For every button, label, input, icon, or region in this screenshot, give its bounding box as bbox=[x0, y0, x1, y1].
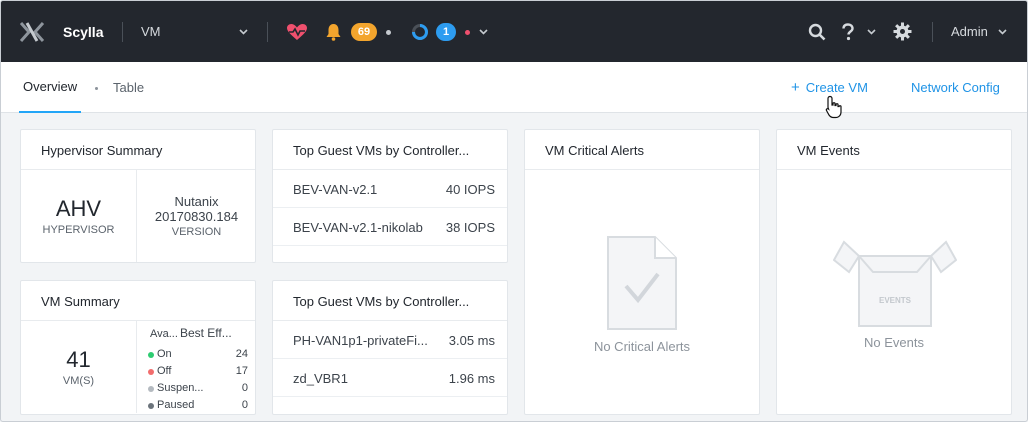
tab-overview[interactable]: Overview bbox=[19, 62, 82, 113]
top-vms-iops-card: Top Guest VMs by Controller... BEV-VAN-v… bbox=[272, 129, 508, 263]
vm-iops: 38 IOPS bbox=[445, 220, 495, 235]
status-dot-on bbox=[148, 352, 154, 358]
vm-events-card: VM Events EVENTS No Events bbox=[776, 129, 1012, 415]
card-title: VM Events bbox=[797, 142, 860, 158]
header-divider bbox=[122, 22, 123, 42]
vm-state-count: 17 bbox=[235, 365, 248, 377]
chevron-down-icon[interactable] bbox=[479, 1, 488, 62]
chevron-down-icon[interactable] bbox=[239, 1, 248, 62]
vm-state-breakdown: Ava... Best Eff... On 24 Off 17 Suspen...… bbox=[138, 321, 255, 413]
empty-state: No Critical Alerts bbox=[525, 170, 759, 410]
vm-summary-card: VM Summary 41 VM(S) Ava... Best Eff... On… bbox=[20, 280, 256, 415]
vm-critical-alerts-card: VM Critical Alerts No Critical Alerts bbox=[524, 129, 760, 415]
hypervisor-type-value: AHV bbox=[55, 196, 102, 221]
hypervisor-version-value: 20170830.184 bbox=[154, 209, 239, 224]
help-icon[interactable] bbox=[841, 1, 855, 62]
user-menu[interactable]: Admin bbox=[951, 1, 988, 62]
empty-state: EVENTS No Events bbox=[777, 170, 1011, 410]
empty-state-text: No Critical Alerts bbox=[593, 339, 691, 354]
hypervisor-summary-card: Hypervisor Summary AHV HYPERVISOR Nutani… bbox=[20, 129, 256, 263]
hypervisor-version: Nutanix 20170830.184 VERSION bbox=[138, 170, 255, 262]
vm-state-row: Off 17 bbox=[148, 364, 248, 380]
tasks-ring-icon[interactable] bbox=[411, 1, 429, 62]
heart-pulse-icon[interactable] bbox=[286, 1, 308, 62]
hypervisor-version-label: VERSION bbox=[171, 226, 222, 238]
vm-state-row: Paused 0 bbox=[148, 398, 248, 414]
card-title: Hypervisor Summary bbox=[41, 142, 163, 158]
list-item[interactable]: BEV-VAN-v2.1 40 IOPS bbox=[273, 170, 507, 208]
hand-cursor-icon bbox=[825, 95, 842, 119]
search-icon[interactable] bbox=[808, 1, 826, 62]
list-item[interactable]: BEV-VAN-v2.1-nikolab 38 IOPS bbox=[273, 208, 507, 246]
vm-latency: 3.05 ms bbox=[448, 333, 495, 348]
cluster-name[interactable]: Scylla bbox=[63, 1, 103, 62]
vm-count-value: 41 bbox=[66, 347, 91, 372]
status-dot-off bbox=[148, 369, 154, 375]
open-box-icon bbox=[833, 240, 957, 327]
events-box-label: EVENTS bbox=[878, 296, 911, 305]
card-title: Top Guest VMs by Controller... bbox=[293, 293, 470, 309]
card-title: VM Critical Alerts bbox=[545, 142, 644, 158]
top-bar: Scylla VM 69 1 Admin bbox=[1, 1, 1027, 62]
vm-state-label: Suspen... bbox=[157, 382, 204, 394]
list-item[interactable]: PH-VAN1p1-privateFi... 3.05 ms bbox=[273, 321, 507, 359]
vm-state-row: Suspen... 0 bbox=[148, 381, 248, 397]
vm-count: 41 VM(S) bbox=[21, 321, 137, 413]
nutanix-x-logo[interactable] bbox=[19, 1, 45, 62]
header-divider bbox=[267, 22, 268, 42]
best-effort-header: Best Eff... bbox=[179, 326, 232, 340]
sub-navigation: Overview Table + Create VM Network Confi… bbox=[1, 62, 1027, 113]
alerts-status-dot bbox=[386, 30, 391, 35]
vm-name: BEV-VAN-v2.1 bbox=[293, 182, 378, 197]
app-frame: Scylla VM 69 1 Admin Overview Table + Cr… bbox=[0, 0, 1028, 422]
vm-latency: 1.96 ms bbox=[448, 371, 495, 386]
vm-state-header[interactable]: Ava... Best Eff... bbox=[150, 326, 232, 340]
hypervisor-vendor: Nutanix bbox=[174, 194, 219, 209]
tasks-status-dot bbox=[465, 30, 470, 35]
tab-table[interactable]: Table bbox=[113, 62, 144, 113]
availability-header: Ava... bbox=[150, 328, 178, 340]
vm-state-count: 0 bbox=[241, 399, 248, 411]
list-item[interactable]: zd_VBR1 1.96 ms bbox=[273, 359, 507, 397]
network-config-button[interactable]: Network Config bbox=[911, 62, 1000, 113]
empty-state-text: No Events bbox=[864, 335, 924, 350]
vm-name: PH-VAN1p1-privateFi... bbox=[293, 333, 428, 348]
vm-state-count: 0 bbox=[241, 382, 248, 394]
card-title: VM Summary bbox=[41, 293, 120, 309]
status-dot-suspended bbox=[148, 386, 154, 392]
status-dot-paused bbox=[148, 403, 154, 409]
vm-name: zd_VBR1 bbox=[293, 371, 348, 386]
chevron-down-icon[interactable] bbox=[867, 1, 876, 62]
top-vms-latency-card: Top Guest VMs by Controller... PH-VAN1p1… bbox=[272, 280, 508, 415]
entity-selector[interactable]: VM bbox=[141, 1, 161, 62]
vm-state-label: On bbox=[157, 348, 172, 360]
vm-state-count: 24 bbox=[235, 348, 248, 360]
alerts-count-badge[interactable]: 69 bbox=[351, 23, 377, 41]
chevron-down-icon[interactable] bbox=[998, 1, 1007, 62]
plus-icon: + bbox=[791, 79, 800, 96]
vm-state-row: On 24 bbox=[148, 347, 248, 363]
vm-count-label: VM(S) bbox=[62, 375, 95, 387]
gear-icon[interactable] bbox=[893, 1, 912, 62]
vm-state-label: Off bbox=[157, 365, 172, 377]
create-vm-label: Create VM bbox=[805, 80, 868, 95]
vm-name: BEV-VAN-v2.1-nikolab bbox=[293, 220, 423, 235]
tab-separator-dot bbox=[95, 87, 98, 90]
hypervisor-type: AHV HYPERVISOR bbox=[21, 170, 137, 262]
document-check-icon bbox=[607, 236, 677, 330]
vm-state-label: Paused bbox=[157, 399, 195, 411]
header-divider bbox=[932, 22, 933, 42]
tasks-count-badge[interactable]: 1 bbox=[436, 23, 456, 41]
hypervisor-type-label: HYPERVISOR bbox=[42, 224, 115, 236]
card-title: Top Guest VMs by Controller... bbox=[293, 142, 470, 158]
vm-iops: 40 IOPS bbox=[445, 182, 495, 197]
bell-icon[interactable] bbox=[325, 1, 342, 62]
